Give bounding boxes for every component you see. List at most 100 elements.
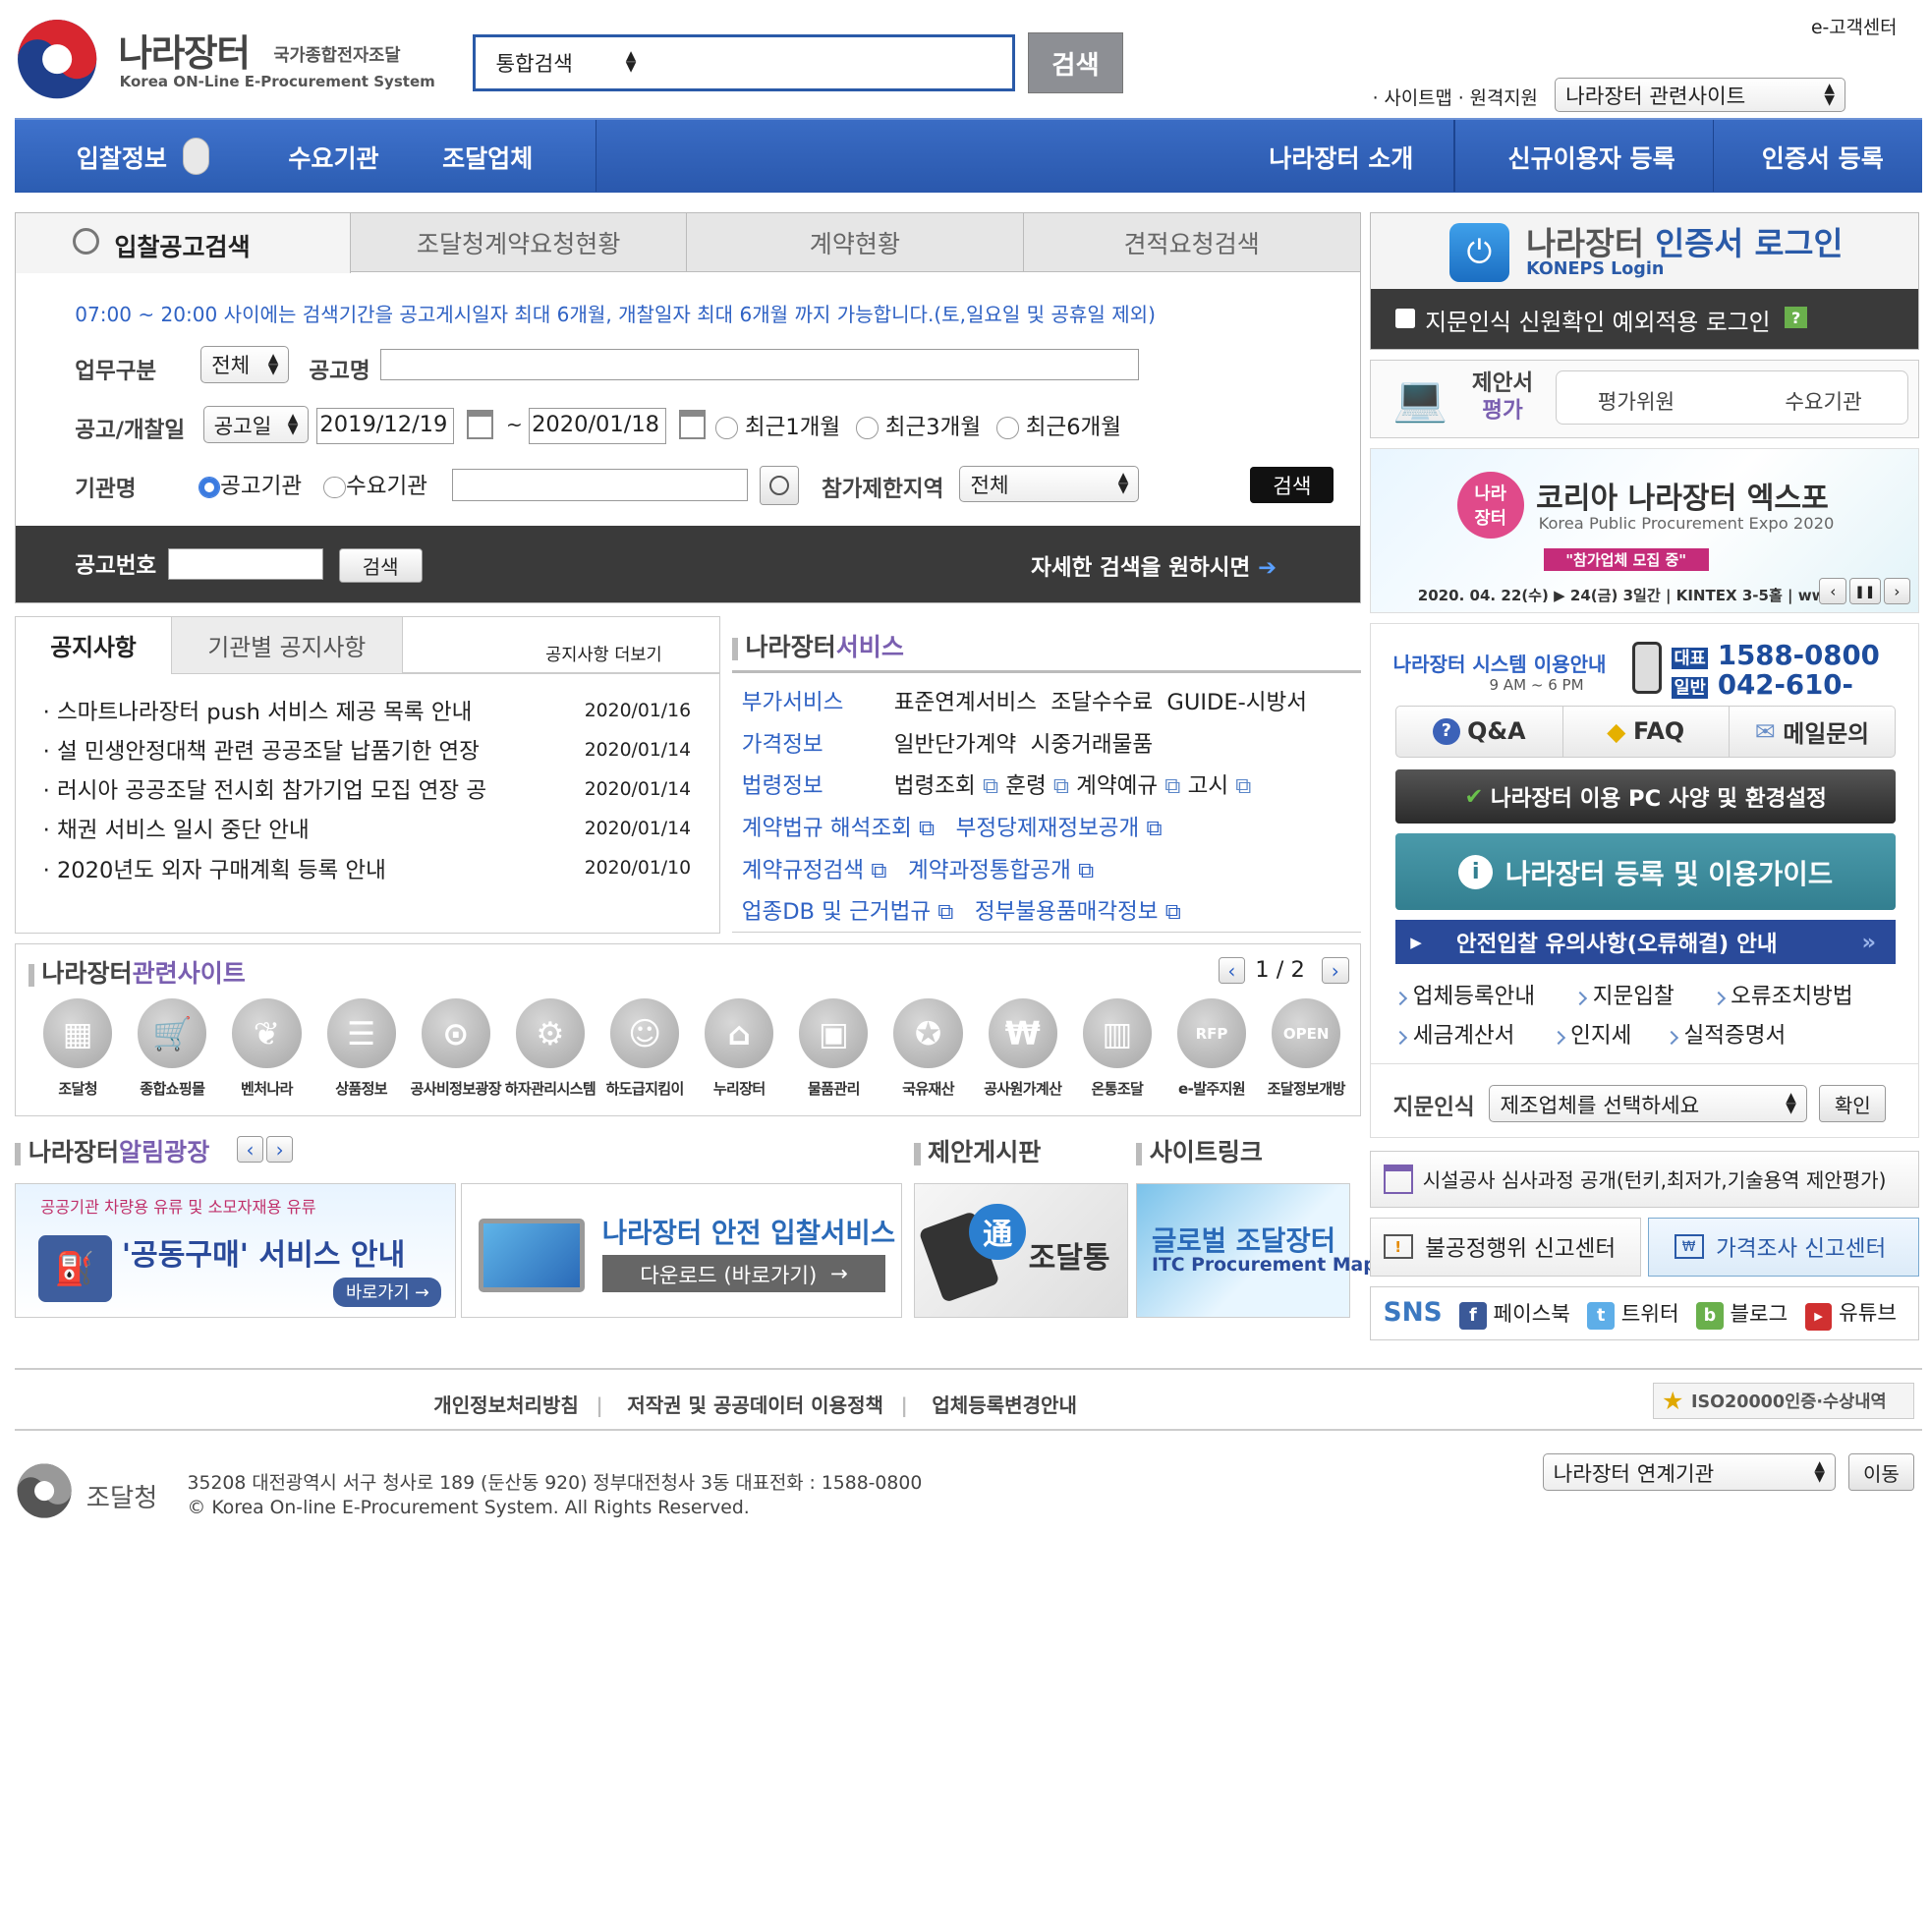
service-link[interactable]: 계약규정검색 (742, 858, 864, 883)
linked-agency-select[interactable]: 나라장터 연계기관 ▲ ▼ (1542, 1453, 1836, 1491)
group-buy-banner[interactable]: 공공기관 차량용 유류 및 소모자재용 유류 ⛽ '공동구매' 서비스 안내 바… (15, 1182, 456, 1319)
period-6m[interactable]: 최근6개월 (995, 410, 1121, 441)
agency-type-announce[interactable]: 공고기관 (198, 469, 302, 500)
nav-about[interactable]: 나라장터 소개 (1269, 140, 1413, 175)
calendar-icon[interactable] (466, 410, 494, 440)
unfair-report-link[interactable]: ! 불공정행위 신고센터 (1370, 1217, 1641, 1277)
related-site-link[interactable]: 🛒 종합쇼핑몰 (125, 998, 219, 1109)
service-link[interactable]: 정부불용품매각정보 (975, 899, 1159, 925)
help-icon[interactable]: ? (1785, 306, 1807, 329)
notice-item[interactable]: · 러시아 공공조달 전시회 참가기업 모집 연장 공 2020/01/14 (43, 769, 704, 809)
calendar-icon[interactable] (678, 410, 707, 440)
tab-contract-request[interactable]: 조달청계약요청현황 (351, 212, 688, 272)
nav-demand-agency[interactable]: 수요기관 (288, 140, 378, 175)
related-site-link[interactable]: ₩ 공사원가계산 (976, 998, 1070, 1109)
service-link[interactable]: 계약과정통합공개 (908, 858, 1071, 883)
related-site-link[interactable]: ☺ 하도급지킴이 (597, 998, 692, 1109)
quick-link[interactable]: 인지세 (1551, 1016, 1667, 1055)
related-site-link[interactable]: ⚙ 하자관리시스템 (503, 998, 597, 1109)
tab-agency-notice[interactable]: 기관별 공지사항 (170, 616, 403, 674)
company-change-link[interactable]: 업체등록변경안내 (932, 1393, 1077, 1417)
related-prev-button[interactable]: ‹ (1218, 956, 1246, 985)
facility-review-link[interactable]: 시설공사 심사과정 공개(턴키,최저가,기술용역 제안평가) (1370, 1150, 1920, 1208)
quick-link[interactable]: 지문입찰 (1573, 977, 1713, 1016)
service-link[interactable]: 부정당제재정보공개 (956, 816, 1140, 841)
mail-inquiry-button[interactable]: ✉ 메일문의 (1730, 707, 1895, 757)
tab-contract-status[interactable]: 계약현황 (687, 212, 1024, 272)
related-site-link[interactable]: ☰ 상품정보 (314, 998, 409, 1109)
logo[interactable]: 나라장터 국가종합전자조달 Korea ON-Line E-Procuremen… (13, 15, 444, 103)
notice-item[interactable]: · 채권 서비스 일시 중단 안내 2020/01/14 (43, 809, 704, 848)
quick-link[interactable]: 실적증명서 (1664, 1016, 1786, 1055)
notice-no-search-button[interactable]: 검색 (338, 547, 423, 583)
related-site-link[interactable]: OPEN 조달정보개방 (1259, 998, 1353, 1109)
bid-search-button[interactable]: 검색 (1250, 466, 1334, 504)
nav-register-cert[interactable]: 인증서 등록 (1762, 140, 1884, 175)
service-link[interactable]: 고시 (1188, 773, 1229, 799)
related-next-button[interactable]: › (1321, 956, 1349, 985)
price-report-link[interactable]: ₩ 가격조사 신고센터 (1648, 1217, 1920, 1277)
service-link[interactable]: 업종DB 및 근거법규 (742, 899, 931, 925)
notice-no-input[interactable] (168, 547, 324, 581)
nav-register-user[interactable]: 신규이용자 등록 (1508, 140, 1675, 175)
related-site-link[interactable]: ▥ 온통조달 (1070, 998, 1164, 1109)
notice-item[interactable]: · 2020년도 외자 구매계획 등록 안내 2020/01/10 (43, 849, 704, 888)
detail-search-link[interactable]: 자세한 검색을 원하시면 ➔ (1031, 550, 1277, 582)
period-3m[interactable]: 최근3개월 (856, 410, 981, 441)
service-link[interactable]: 법령조회 (894, 773, 976, 799)
iso-award-link[interactable]: ★ ISO20000인증·수상내역 (1653, 1382, 1915, 1420)
privacy-policy-link[interactable]: 개인정보처리방침 (433, 1393, 579, 1417)
quick-link[interactable]: 오류조치방법 (1711, 977, 1853, 1016)
next-icon[interactable]: › (1883, 577, 1911, 605)
title-input[interactable] (380, 348, 1140, 381)
prev-icon[interactable]: ‹ (1819, 577, 1847, 605)
service-link[interactable]: 계약법규 해석조회 (742, 816, 912, 841)
facebook-link[interactable]: f 페이스북 (1459, 1297, 1570, 1330)
expo-banner[interactable]: 나라 장터 코리아 나라장터 엑스포 Korea Public Procureme… (1370, 448, 1920, 614)
nav-supplier[interactable]: 조달업체 (442, 140, 533, 175)
twitter-link[interactable]: t 트위터 (1587, 1297, 1679, 1330)
service-cat-law[interactable]: 법령정보 (742, 768, 887, 800)
service-link[interactable]: 조달수수료 (1050, 690, 1153, 715)
eval-agency-link[interactable]: 수요기관 (1785, 385, 1861, 416)
related-sites-select[interactable]: 나라장터 관련사이트 ▲ ▼ (1555, 77, 1846, 113)
plaza-next-button[interactable]: › (265, 1135, 294, 1164)
customer-center-link[interactable]: e-고객센터 (1811, 13, 1898, 39)
biz-type-select[interactable]: 전체 ▲ ▼ (200, 346, 290, 383)
related-site-link[interactable]: ✪ 국유재산 (880, 998, 975, 1109)
nav-bid-info[interactable]: 입찰정보 (77, 140, 167, 175)
global-procurement-banner[interactable]: 글로벌 조달장터 ITC Procurement Map (1135, 1182, 1377, 1319)
plaza-prev-button[interactable]: ‹ (236, 1135, 264, 1164)
tab-bid-search[interactable]: 입찰공고검색 (16, 212, 352, 274)
related-site-link[interactable]: ❦ 벤처나라 (219, 998, 313, 1109)
date-from-input[interactable]: 2019/12/19 (315, 407, 455, 445)
fingerprint-exception-login[interactable]: 지문인식 신원확인 예외적용 로그인 ? (1371, 289, 1918, 349)
qna-button[interactable]: ? Q&A (1396, 707, 1563, 757)
region-select[interactable]: 전체 ▲ ▼ (959, 465, 1140, 503)
eval-committee-link[interactable]: 평가위원 (1598, 385, 1675, 416)
safe-bid-service-banner[interactable]: 나라장터 안전 입찰서비스 다운로드 (바로가기) → (460, 1182, 902, 1319)
related-site-link[interactable]: ⌂ 누리장터 (692, 998, 786, 1109)
quick-link[interactable]: 업체등록안내 (1393, 977, 1575, 1016)
agency-search-button[interactable] (760, 465, 800, 505)
youtube-link[interactable]: ▶ 유튜브 (1804, 1296, 1897, 1331)
safe-bid-download-button[interactable]: 다운로드 (바로가기) → (601, 1255, 886, 1292)
group-buy-go-button[interactable]: 바로가기 → (333, 1277, 442, 1307)
copyright-policy-link[interactable]: 저작권 및 공공데이터 이용정책 (627, 1393, 883, 1417)
service-cat-price[interactable]: 가격정보 (742, 727, 887, 759)
checkbox[interactable] (1395, 309, 1416, 329)
sitemap-link[interactable]: · 사이트맵 · 원격지원 (1373, 84, 1538, 110)
notice-item[interactable]: · 설 민생안정대책 관련 공공조달 납품기한 연장 2020/01/14 (43, 730, 704, 769)
search-scope-select[interactable]: 통합검색 ▲ ▼ (485, 45, 646, 80)
service-cat-addon[interactable]: 부가서비스 (742, 685, 887, 716)
period-1m[interactable]: 최근1개월 (715, 410, 840, 441)
date-to-input[interactable]: 2020/01/18 (528, 407, 666, 445)
service-link[interactable]: 표준연계서비스 (894, 690, 1037, 715)
related-site-link[interactable]: ▣ 물품관리 (786, 998, 880, 1109)
service-link[interactable]: 시중거래물품 (1031, 732, 1153, 758)
service-link[interactable]: GUIDE-시방서 (1166, 690, 1307, 715)
blog-link[interactable]: b 블로그 (1696, 1297, 1788, 1330)
fingerprint-confirm-button[interactable]: 확인 (1819, 1085, 1887, 1122)
service-link[interactable]: 일반단가계약 (894, 732, 1016, 758)
related-site-link[interactable]: RFP e-발주지원 (1164, 998, 1259, 1109)
